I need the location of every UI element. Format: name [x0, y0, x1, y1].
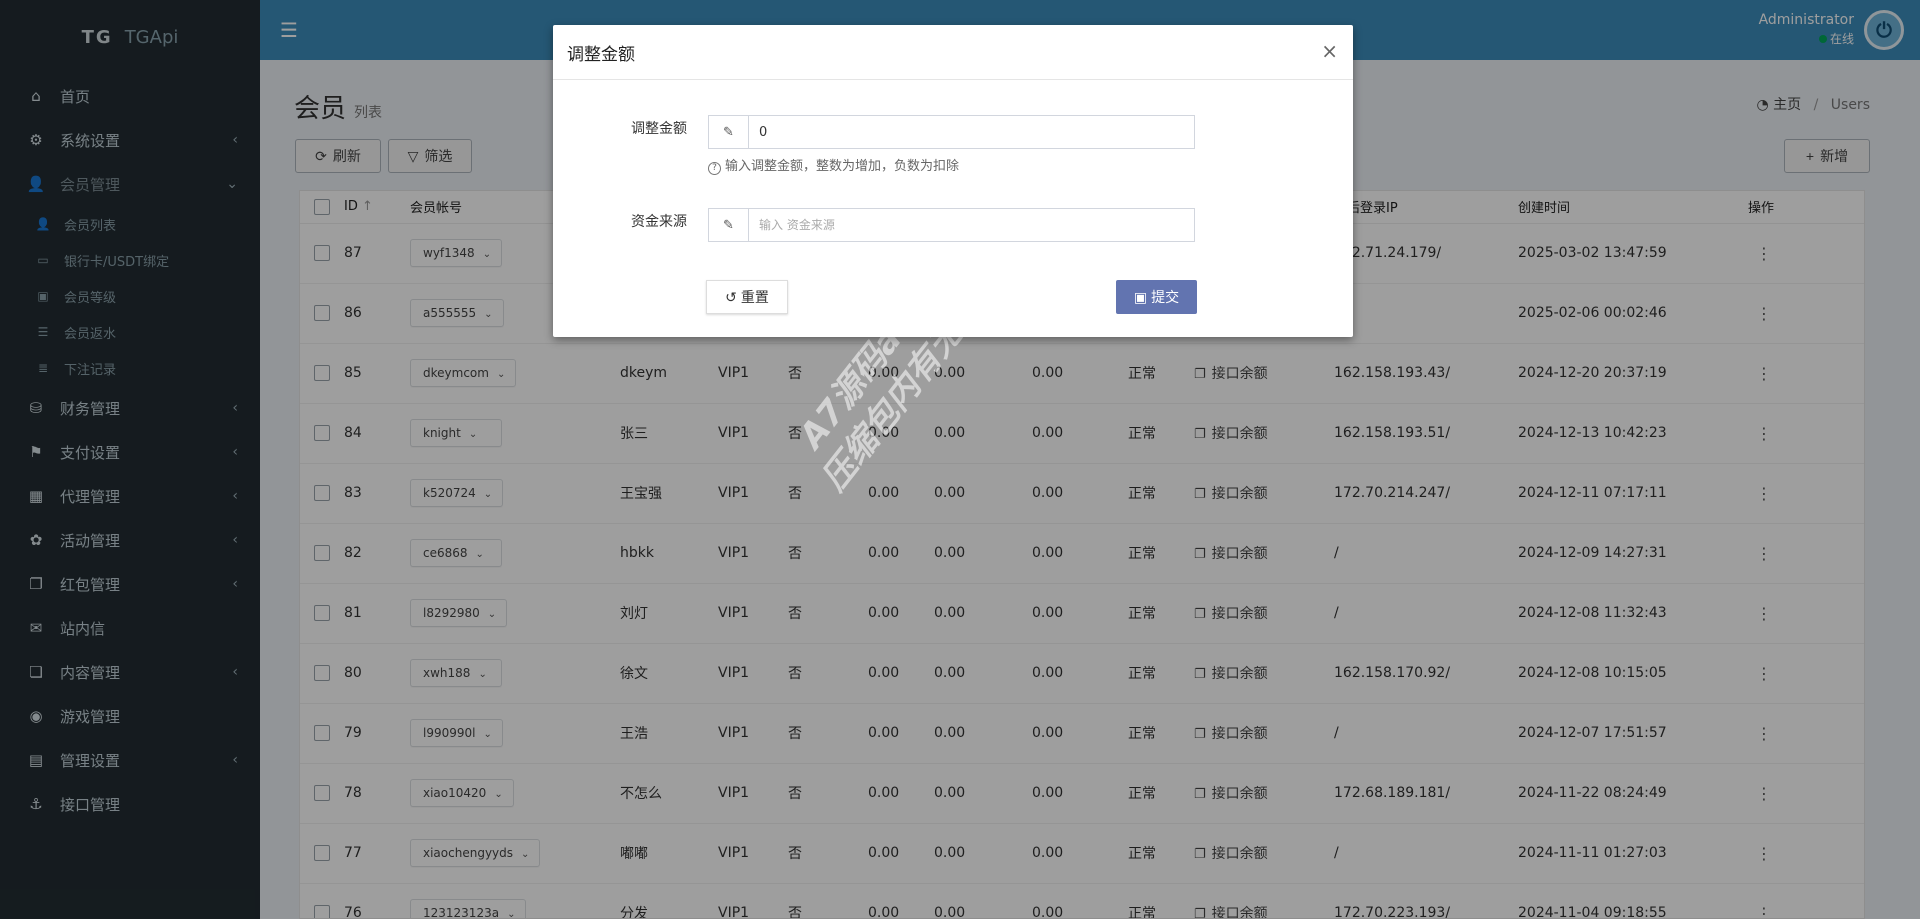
modal-header: 调整金额: [553, 25, 1353, 80]
reset-label: 重置: [740, 289, 769, 305]
pencil-icon: ✎: [709, 209, 749, 241]
adjust-amount-modal: 调整金额 × 调整金额 ✎ ? 输入调整金额，整数为增加，负数为扣除 资金来源 ✎…: [553, 25, 1353, 337]
submit-button[interactable]: ▣ 提交: [1116, 280, 1197, 314]
reset-button[interactable]: ↺ 重置: [706, 280, 788, 314]
source-label: 资金来源: [631, 214, 687, 230]
amount-help: ? 输入调整金额，整数为增加，负数为扣除: [708, 155, 959, 175]
source-row: 资金来源 ✎: [553, 208, 1353, 242]
save-icon: ▣: [1133, 288, 1148, 305]
source-input-group: ✎: [708, 208, 1195, 242]
amount-label: 调整金额: [631, 121, 687, 137]
amount-input[interactable]: [749, 116, 1194, 148]
amount-row: 调整金额 ✎ ? 输入调整金额，整数为增加，负数为扣除: [553, 115, 1353, 175]
modal-title: 调整金额: [567, 44, 635, 65]
source-input[interactable]: [749, 209, 1194, 241]
amount-input-group: ✎: [708, 115, 1195, 149]
close-icon[interactable]: ×: [1321, 39, 1338, 63]
pencil-icon: ✎: [709, 116, 749, 148]
amount-help-text: 输入调整金额，整数为增加，负数为扣除: [725, 159, 960, 174]
submit-label: 提交: [1151, 289, 1180, 305]
question-circle-icon: ?: [708, 162, 721, 175]
undo-icon: ↺: [725, 288, 737, 305]
